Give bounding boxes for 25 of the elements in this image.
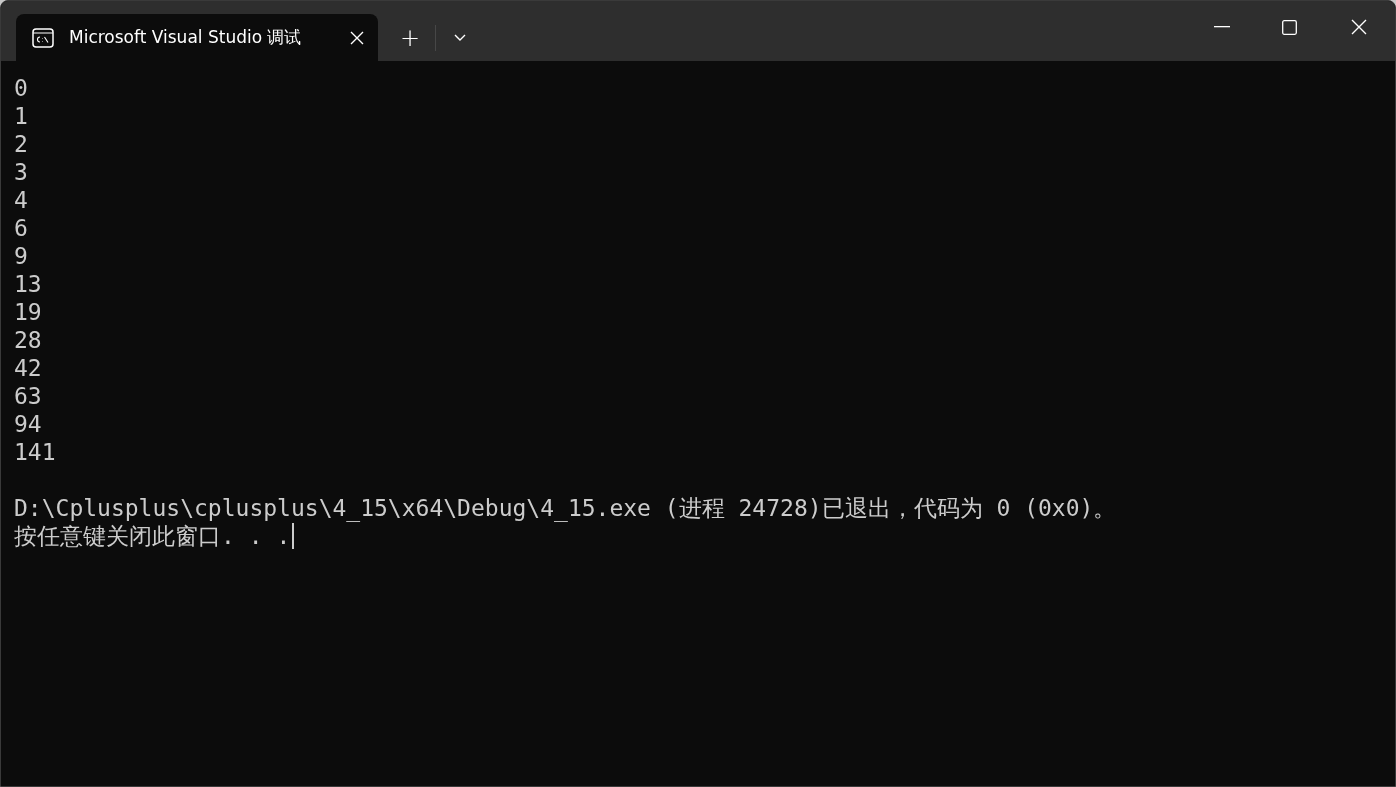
- tab[interactable]: Microsoft Visual Studio 调试: [16, 14, 378, 61]
- console-line: D:\Cplusplus\cplusplus\4_15\x64\Debug\4_15.exe (进程 24728)已退出，代码为 0 (0x0)。: [14, 494, 1117, 522]
- console-line: 19: [14, 298, 42, 326]
- minimize-icon[interactable]: [1214, 26, 1230, 28]
- tab-title: Microsoft Visual Studio 调试: [69, 25, 303, 49]
- console-line: 9: [14, 242, 28, 270]
- console-line: 1: [14, 102, 28, 130]
- close-icon[interactable]: [350, 30, 364, 45]
- console-line: 0: [14, 74, 28, 102]
- console-line: 63: [14, 382, 42, 410]
- terminal-icon: [32, 26, 54, 49]
- console-line: 141: [14, 438, 56, 466]
- close-icon[interactable]: [1351, 19, 1367, 35]
- console-line: 42: [14, 354, 42, 382]
- console-line: 94: [14, 410, 42, 438]
- maximize-icon[interactable]: [1282, 19, 1297, 35]
- console-line: 28: [14, 326, 42, 354]
- console-line: 4: [14, 186, 28, 214]
- dropdown-icon[interactable]: [454, 33, 467, 42]
- console-line: 13: [14, 270, 42, 298]
- console-line: 按任意键关闭此窗口. . .: [14, 522, 291, 550]
- console-line: 3: [14, 158, 28, 186]
- console-line: 2: [14, 130, 28, 158]
- console-line: 6: [14, 214, 28, 242]
- new-tab-button[interactable]: +: [400, 25, 421, 50]
